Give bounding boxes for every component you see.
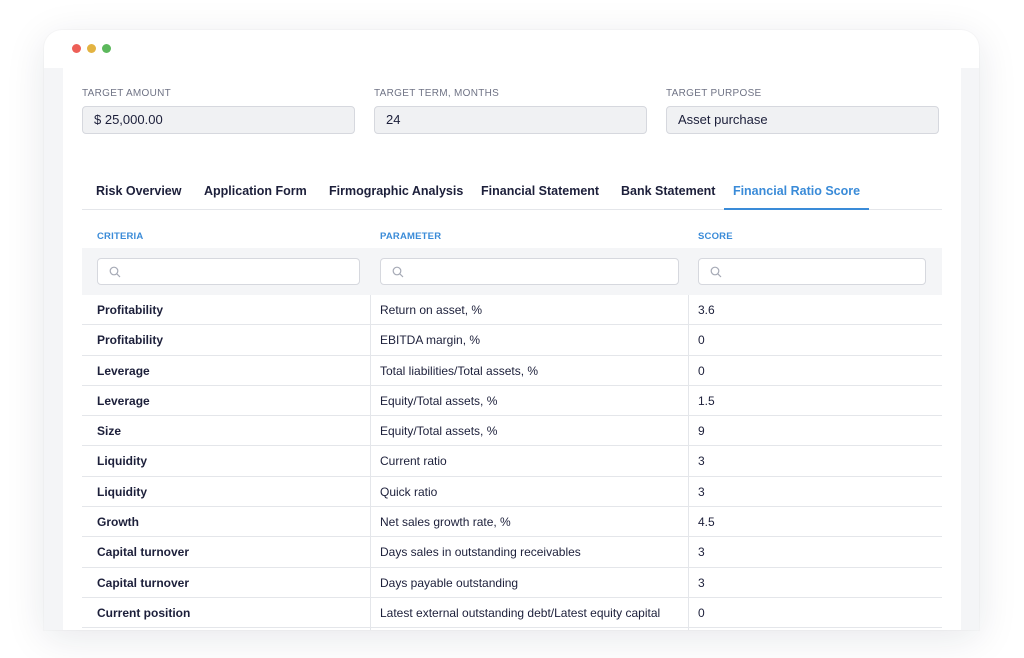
score-cell: 3	[698, 545, 705, 560]
column-header-score[interactable]: SCORE	[698, 231, 733, 242]
minimize-window-button[interactable]	[87, 44, 96, 53]
parameter-cell: Return on asset, %	[380, 303, 483, 317]
table-row[interactable]: Size Equity/Total assets, % 9	[82, 416, 942, 447]
table-row[interactable]: Profitability EBITDA margin, % 0	[82, 325, 942, 356]
target-amount-label: TARGET AMOUNT	[82, 88, 172, 99]
search-icon	[710, 266, 722, 278]
score-cell: 0	[698, 605, 705, 620]
score-cell: 9	[698, 424, 705, 439]
target-amount-field[interactable]: $ 25,000.00	[82, 106, 355, 134]
table-row[interactable]: Capital turnover Days payable outstandin…	[82, 568, 942, 598]
close-window-button[interactable]	[72, 44, 81, 53]
table-row[interactable]: Capital turnover Days sales in outstandi…	[82, 537, 942, 568]
criteria-cell: Liquidity	[97, 454, 147, 469]
target-term-label: TARGET TERM, MONTHS	[374, 88, 500, 99]
target-purpose-label: TARGET PURPOSE	[666, 88, 762, 99]
parameter-cell: Net sales growth rate, %	[380, 515, 511, 530]
tab-financial-ratio-score[interactable]: Financial Ratio Score	[724, 176, 869, 210]
score-search-field[interactable]	[698, 258, 926, 285]
score-cell: 3.6	[698, 303, 715, 317]
score-cell: 0	[698, 363, 705, 378]
filter-row	[82, 248, 942, 295]
parameter-search-input[interactable]	[409, 259, 674, 284]
parameter-cell: Equity/Total assets, %	[380, 393, 498, 408]
tab-bank-statement[interactable]: Bank Statement	[621, 176, 715, 210]
parameter-cell: Days sales in outstanding receivables	[380, 545, 581, 560]
column-header-parameter[interactable]: PARAMETER	[380, 231, 441, 242]
table-row[interactable]: Liquidity Quick ratio 3	[82, 477, 942, 508]
criteria-cell: Capital turnover	[97, 545, 190, 560]
parameter-cell: Days payable outstanding	[380, 575, 519, 590]
table-row[interactable]: Growth Net sales growth rate, % 4.5	[82, 507, 942, 538]
app-window: TARGET AMOUNT $ 25,000.00 TARGET TERM, M…	[44, 30, 979, 630]
criteria-cell: Size	[97, 424, 122, 439]
parameter-cell: Total liabilities/Total assets, %	[380, 363, 539, 378]
criteria-search-field[interactable]	[97, 258, 360, 285]
parameter-cell: EBITDA margin, %	[380, 333, 481, 348]
score-cell: 0	[698, 333, 705, 348]
window-titlebar	[44, 30, 979, 68]
table-row[interactable]: Leverage Total liabilities/Total assets,…	[82, 356, 942, 386]
parameter-cell: Quick ratio	[380, 484, 438, 499]
criteria-cell: Liquidity	[97, 484, 147, 499]
main-content: TARGET AMOUNT $ 25,000.00 TARGET TERM, M…	[63, 68, 961, 630]
target-term-field[interactable]: 24	[374, 106, 647, 134]
score-cell: 4.5	[698, 515, 715, 530]
score-cell: 3	[698, 575, 705, 590]
search-icon	[392, 266, 404, 278]
table-row[interactable]: Leverage Equity/Total assets, % 1.5	[82, 386, 942, 417]
score-search-input[interactable]	[727, 259, 921, 284]
tab-financial-statement[interactable]: Financial Statement	[481, 176, 599, 210]
criteria-cell: Leverage	[97, 393, 150, 408]
target-purpose-field[interactable]: Asset purchase	[666, 106, 939, 134]
table-row[interactable]: Profitability Return on asset, % 3.6	[82, 295, 942, 326]
tab-application-form[interactable]: Application Form	[204, 176, 307, 210]
column-header-criteria[interactable]: CRITERIA	[97, 231, 143, 242]
search-icon	[109, 266, 121, 278]
criteria-cell: Profitability	[97, 333, 164, 348]
tab-bar: Risk Overview Application Form Firmograp…	[82, 176, 942, 210]
table-body: Profitability Return on asset, % 3.6 Pro…	[82, 295, 942, 629]
parameter-cell: Current ratio	[380, 454, 447, 469]
table-row[interactable]: Liquidity Current ratio 3	[82, 446, 942, 477]
tab-risk-overview[interactable]: Risk Overview	[96, 176, 181, 210]
tab-firmographic-analysis[interactable]: Firmographic Analysis	[329, 176, 463, 210]
criteria-cell: Growth	[97, 515, 139, 530]
criteria-cell: Leverage	[97, 363, 150, 378]
parameter-search-field[interactable]	[380, 258, 679, 285]
criteria-search-input[interactable]	[126, 259, 355, 284]
parameter-cell: Equity/Total assets, %	[380, 424, 498, 439]
criteria-cell: Profitability	[97, 303, 164, 317]
score-cell: 1.5	[698, 393, 715, 408]
maximize-window-button[interactable]	[102, 44, 111, 53]
score-cell: 3	[698, 454, 705, 469]
table-row[interactable]: Current position Latest external outstan…	[82, 598, 942, 629]
score-cell: 3	[698, 484, 705, 499]
criteria-cell: Capital turnover	[97, 575, 190, 590]
criteria-cell: Current position	[97, 605, 191, 620]
parameter-cell: Latest external outstanding debt/Latest …	[380, 605, 661, 620]
